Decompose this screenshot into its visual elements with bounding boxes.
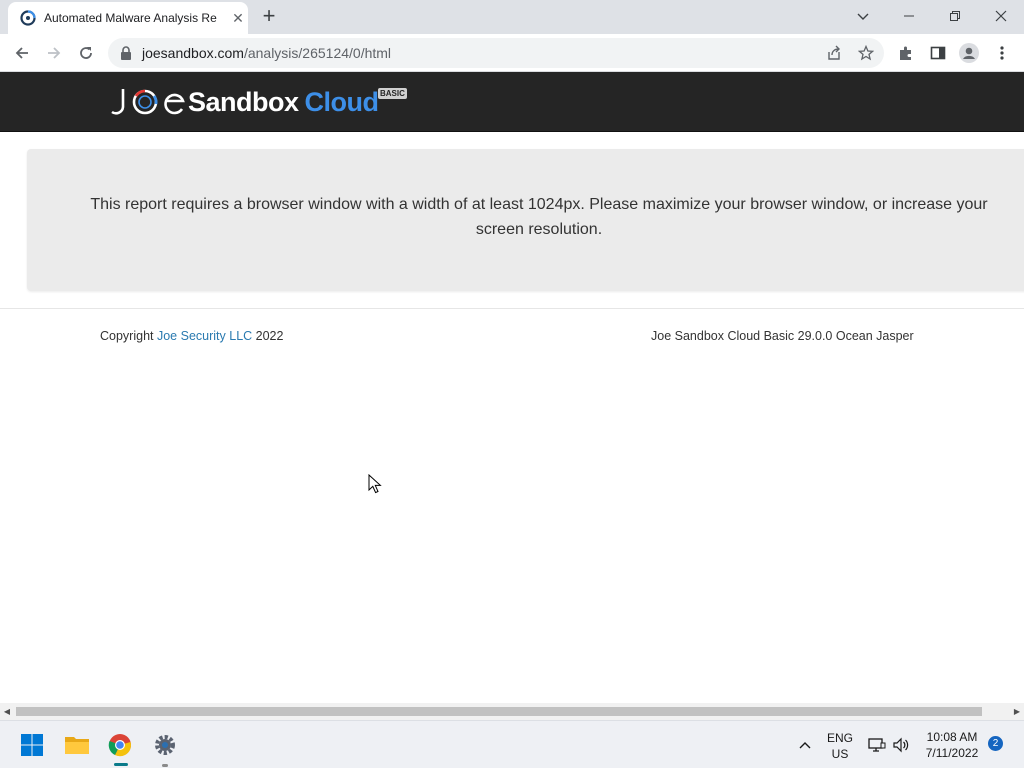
browser-tab[interactable]: Automated Malware Analysis Re ✕ bbox=[8, 2, 248, 34]
restore-icon bbox=[950, 11, 960, 21]
footer-version: Joe Sandbox Cloud Basic 29.0.0 Ocean Jas… bbox=[651, 329, 914, 343]
copyright-year: 2022 bbox=[252, 329, 284, 343]
scrollbar-thumb[interactable] bbox=[16, 707, 982, 716]
reload-button[interactable] bbox=[72, 39, 100, 67]
joe-sandbox-cloud-logo[interactable]: Sandbox Cloud BASIC bbox=[110, 84, 407, 120]
extensions-button[interactable] bbox=[896, 43, 916, 63]
input-language[interactable]: ENG bbox=[826, 731, 854, 745]
joe-logo-icon bbox=[111, 89, 185, 115]
show-hidden-icons-button[interactable] bbox=[792, 731, 818, 759]
tab-strip: Automated Malware Analysis Re ✕ + bbox=[0, 0, 1024, 34]
url-path: /analysis/265124/0/html bbox=[243, 45, 392, 61]
restore-button[interactable] bbox=[932, 0, 978, 32]
speaker-icon bbox=[893, 737, 909, 753]
bookmark-star-icon[interactable] bbox=[858, 45, 874, 61]
url-text[interactable]: joesandbox.com/analysis/265124/0/html bbox=[142, 45, 391, 61]
tab-title: Automated Malware Analysis Re bbox=[44, 11, 217, 25]
lock-icon[interactable] bbox=[120, 46, 132, 60]
windows-logo-icon bbox=[21, 734, 43, 756]
more-vertical-icon bbox=[1000, 46, 1004, 60]
address-bar[interactable]: joesandbox.com/analysis/265124/0/html bbox=[108, 38, 884, 68]
joe-security-link[interactable]: Joe Security LLC bbox=[157, 329, 252, 343]
new-tab-button[interactable]: + bbox=[258, 5, 280, 27]
input-region[interactable]: US bbox=[826, 747, 854, 761]
start-button[interactable] bbox=[18, 731, 46, 759]
profile-avatar-icon bbox=[959, 43, 979, 63]
gear-icon bbox=[155, 735, 175, 755]
chrome-icon bbox=[108, 734, 131, 757]
browser-toolbar: joesandbox.com/analysis/265124/0/html bbox=[0, 34, 1024, 72]
horizontal-scrollbar[interactable]: ◀ ▶ bbox=[0, 703, 1024, 720]
close-window-button[interactable] bbox=[978, 0, 1024, 32]
copyright-prefix: Copyright bbox=[100, 329, 157, 343]
chevron-down-icon bbox=[857, 13, 869, 20]
tab-search-button[interactable] bbox=[840, 0, 886, 32]
logo-cloud-text: Cloud bbox=[304, 86, 379, 117]
puzzle-icon bbox=[900, 46, 911, 60]
footer-divider bbox=[0, 308, 1024, 309]
settings-taskbar-button[interactable] bbox=[151, 731, 179, 759]
mouse-cursor-icon bbox=[368, 474, 382, 494]
url-host: joesandbox.com bbox=[142, 45, 244, 61]
windows-taskbar: ENG US 10:08 AM 7/11/2022 bbox=[0, 720, 1024, 768]
clock-date[interactable]: 7/11/2022 bbox=[922, 746, 982, 760]
minimize-icon bbox=[904, 15, 914, 17]
browser-menu-button[interactable] bbox=[992, 43, 1012, 63]
folder-icon bbox=[65, 737, 89, 754]
footer-copyright: Copyright Joe Security LLC 2022 bbox=[100, 329, 283, 343]
reload-icon bbox=[80, 47, 92, 59]
forward-button[interactable] bbox=[40, 39, 68, 67]
notice-text: This report requires a browser window wi… bbox=[90, 196, 988, 238]
scroll-right-arrow-icon[interactable]: ▶ bbox=[1010, 703, 1024, 720]
forward-arrow-icon bbox=[48, 47, 61, 59]
chrome-active-indicator bbox=[114, 763, 128, 766]
side-panel-icon bbox=[930, 46, 946, 60]
close-icon bbox=[995, 10, 1007, 22]
chevron-up-icon bbox=[799, 742, 811, 749]
logo-sandbox-text: Sandbox bbox=[188, 86, 299, 117]
network-status-button[interactable] bbox=[866, 731, 888, 759]
scroll-left-arrow-icon[interactable]: ◀ bbox=[0, 703, 14, 720]
clock-time[interactable]: 10:08 AM bbox=[922, 730, 982, 744]
minimize-button[interactable] bbox=[886, 0, 932, 32]
share-icon[interactable] bbox=[826, 45, 842, 61]
profile-button[interactable] bbox=[959, 43, 979, 63]
joe-sandbox-favicon-icon bbox=[20, 10, 36, 26]
notification-count-badge[interactable]: 2 bbox=[988, 736, 1003, 751]
chrome-taskbar-button[interactable] bbox=[106, 731, 134, 759]
network-monitor-icon bbox=[868, 738, 886, 752]
file-explorer-taskbar-button[interactable] bbox=[63, 731, 91, 759]
tab-close-icon[interactable]: ✕ bbox=[230, 10, 246, 26]
side-panel-button[interactable] bbox=[928, 43, 948, 63]
back-arrow-icon bbox=[15, 47, 28, 59]
settings-running-indicator bbox=[162, 764, 168, 767]
back-button[interactable] bbox=[8, 39, 36, 67]
logo-edition-badge: BASIC bbox=[378, 88, 407, 99]
volume-button[interactable] bbox=[890, 731, 912, 759]
resolution-notice: This report requires a browser window wi… bbox=[27, 149, 1024, 291]
site-header: Sandbox Cloud BASIC bbox=[0, 72, 1024, 132]
